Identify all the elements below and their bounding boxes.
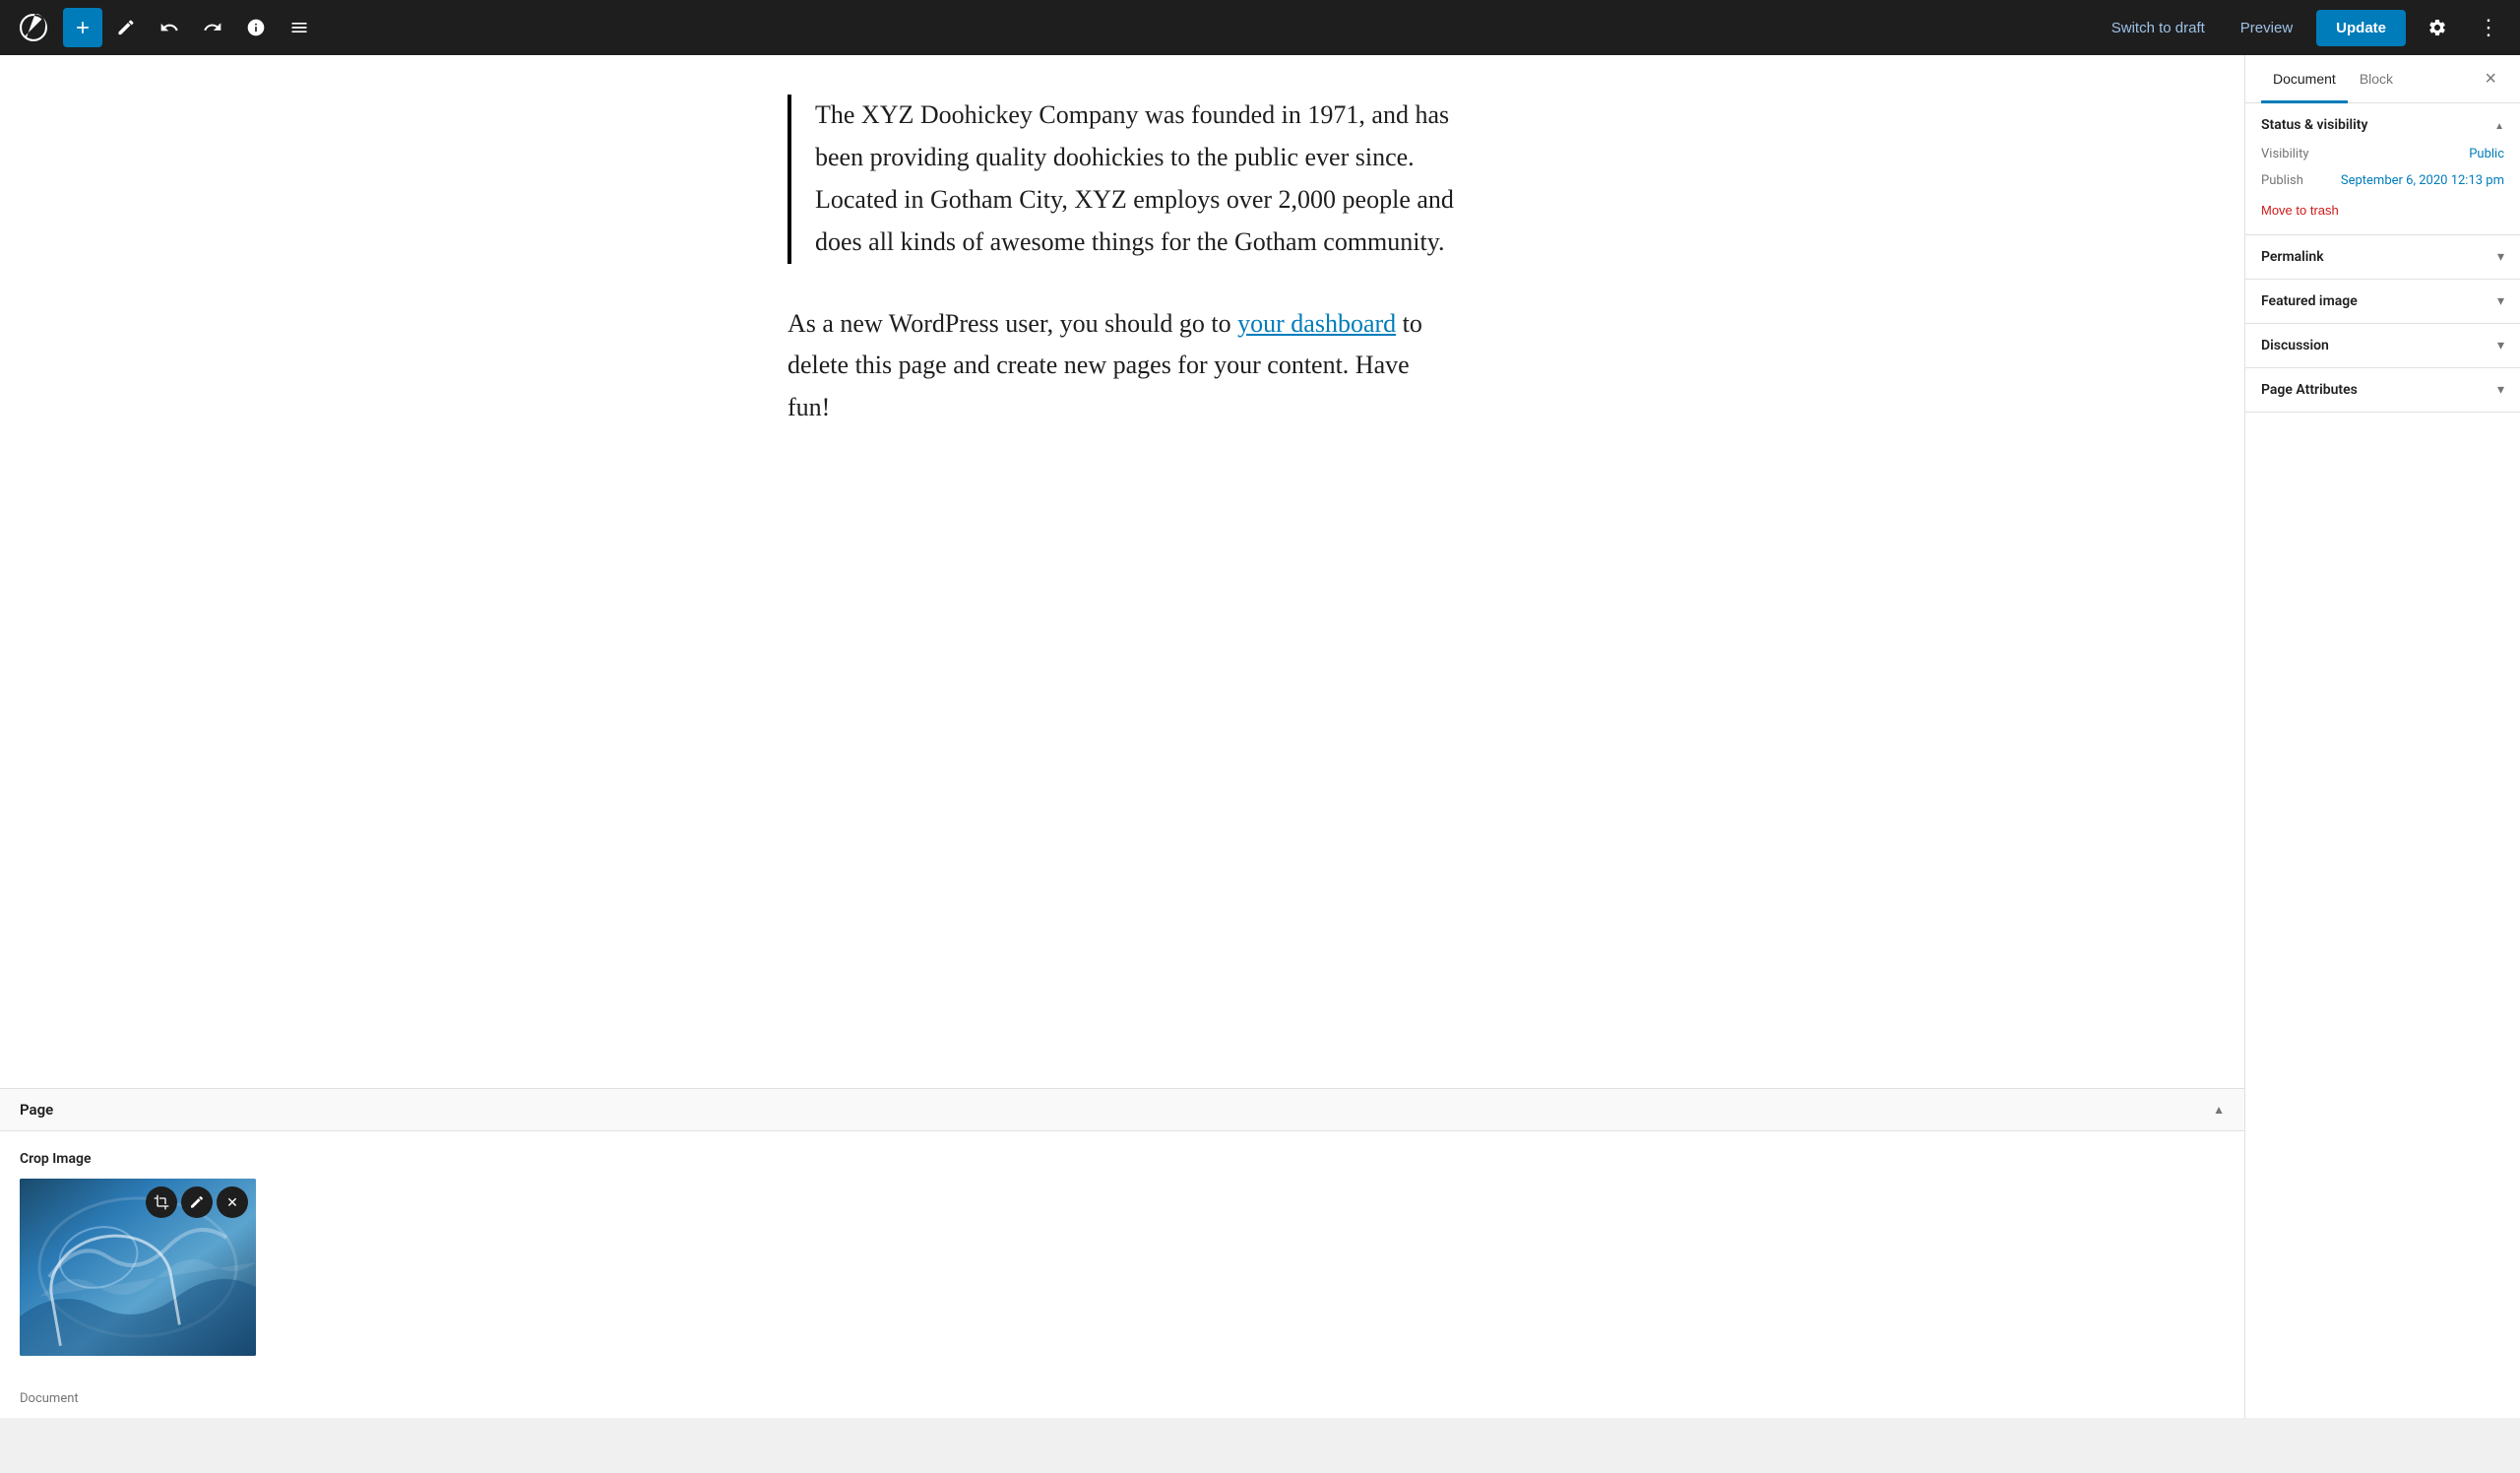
discussion-toggle xyxy=(2497,338,2504,353)
redo-button[interactable] xyxy=(193,8,232,47)
page-section-header[interactable]: Page ▲ xyxy=(0,1089,2244,1131)
bottom-section: Page ▲ Crop Image xyxy=(0,1088,2244,1418)
discussion-header[interactable]: Discussion xyxy=(2245,324,2520,367)
visibility-label: Visibility xyxy=(2261,147,2309,161)
permalink-section: Permalink xyxy=(2245,235,2520,280)
tab-block[interactable]: Block xyxy=(2348,55,2405,103)
page-section-title: Page xyxy=(20,1101,53,1119)
status-visibility-header[interactable]: Status & visibility xyxy=(2245,103,2520,147)
status-visibility-toggle xyxy=(2494,117,2504,133)
tab-document[interactable]: Document xyxy=(2261,55,2348,103)
page-attributes-title: Page Attributes xyxy=(2261,382,2358,398)
page-attributes-header[interactable]: Page Attributes xyxy=(2245,368,2520,412)
publish-value[interactable]: September 6, 2020 12:13 pm xyxy=(2341,173,2504,188)
crop-button[interactable] xyxy=(146,1186,177,1218)
switch-to-draft-button[interactable]: Switch to draft xyxy=(2100,12,2217,44)
crop-image-section: Crop Image xyxy=(0,1131,2244,1379)
discussion-section: Discussion xyxy=(2245,324,2520,368)
status-visibility-section: Status & visibility Visibility Public Pu… xyxy=(2245,103,2520,235)
document-label: Document xyxy=(0,1379,2244,1418)
undo-button[interactable] xyxy=(150,8,189,47)
editor-content: The XYZ Doohickey Company was founded in… xyxy=(709,95,1536,469)
list-view-button[interactable] xyxy=(280,8,319,47)
status-visibility-content: Visibility Public Publish September 6, 2… xyxy=(2245,147,2520,234)
page-section-arrow-up: ▲ xyxy=(2213,1103,2225,1117)
edit-image-button[interactable] xyxy=(181,1186,213,1218)
page-attributes-toggle xyxy=(2497,382,2504,398)
right-sidebar: Document Block × Status & visibility Vis… xyxy=(2244,55,2520,1418)
page-attributes-section: Page Attributes xyxy=(2245,368,2520,413)
blockquote-text: The XYZ Doohickey Company was founded in… xyxy=(815,95,1457,264)
featured-image-title: Featured image xyxy=(2261,293,2358,309)
main-layout: The XYZ Doohickey Company was founded in… xyxy=(0,55,2520,1418)
permalink-title: Permalink xyxy=(2261,249,2324,265)
crop-image-title: Crop Image xyxy=(20,1151,2225,1167)
sidebar-close-button[interactable]: × xyxy=(2477,60,2504,98)
featured-image-section: Featured image xyxy=(2245,280,2520,324)
visibility-row: Visibility Public xyxy=(2261,147,2504,161)
preview-button[interactable]: Preview xyxy=(2229,12,2304,44)
remove-image-button[interactable]: ✕ xyxy=(217,1186,248,1218)
paragraph-before-link: As a new WordPress user, you should go t… xyxy=(788,309,1237,338)
toolbar-right: Switch to draft Preview Update ⋮ xyxy=(2100,8,2508,47)
update-button[interactable]: Update xyxy=(2316,10,2406,46)
image-container[interactable]: ✕ xyxy=(20,1179,256,1356)
discussion-title: Discussion xyxy=(2261,338,2329,353)
featured-image-toggle xyxy=(2497,293,2504,309)
publish-label: Publish xyxy=(2261,173,2303,188)
image-toolbar: ✕ xyxy=(146,1186,248,1218)
featured-image-header[interactable]: Featured image xyxy=(2245,280,2520,323)
paragraph-block[interactable]: As a new WordPress user, you should go t… xyxy=(788,303,1457,430)
more-options-button[interactable]: ⋮ xyxy=(2469,8,2508,47)
info-button[interactable] xyxy=(236,8,276,47)
edit-mode-button[interactable] xyxy=(106,8,146,47)
status-visibility-title: Status & visibility xyxy=(2261,117,2367,133)
blockquote-block[interactable]: The XYZ Doohickey Company was founded in… xyxy=(788,95,1457,264)
paragraph-text: As a new WordPress user, you should go t… xyxy=(788,303,1457,430)
visibility-value[interactable]: Public xyxy=(2469,147,2504,161)
editor-area: The XYZ Doohickey Company was founded in… xyxy=(0,55,2244,1418)
permalink-header[interactable]: Permalink xyxy=(2245,235,2520,279)
settings-button[interactable] xyxy=(2418,8,2457,47)
toolbar: Switch to draft Preview Update ⋮ xyxy=(0,0,2520,55)
sidebar-tabs: Document Block × xyxy=(2245,55,2520,103)
publish-row: Publish September 6, 2020 12:13 pm xyxy=(2261,173,2504,188)
wp-logo xyxy=(12,0,55,55)
toolbar-left xyxy=(63,8,319,47)
dashboard-link[interactable]: your dashboard xyxy=(1237,309,1396,338)
permalink-toggle xyxy=(2497,249,2504,265)
add-block-button[interactable] xyxy=(63,8,102,47)
move-to-trash-button[interactable]: Move to trash xyxy=(2261,203,2339,218)
